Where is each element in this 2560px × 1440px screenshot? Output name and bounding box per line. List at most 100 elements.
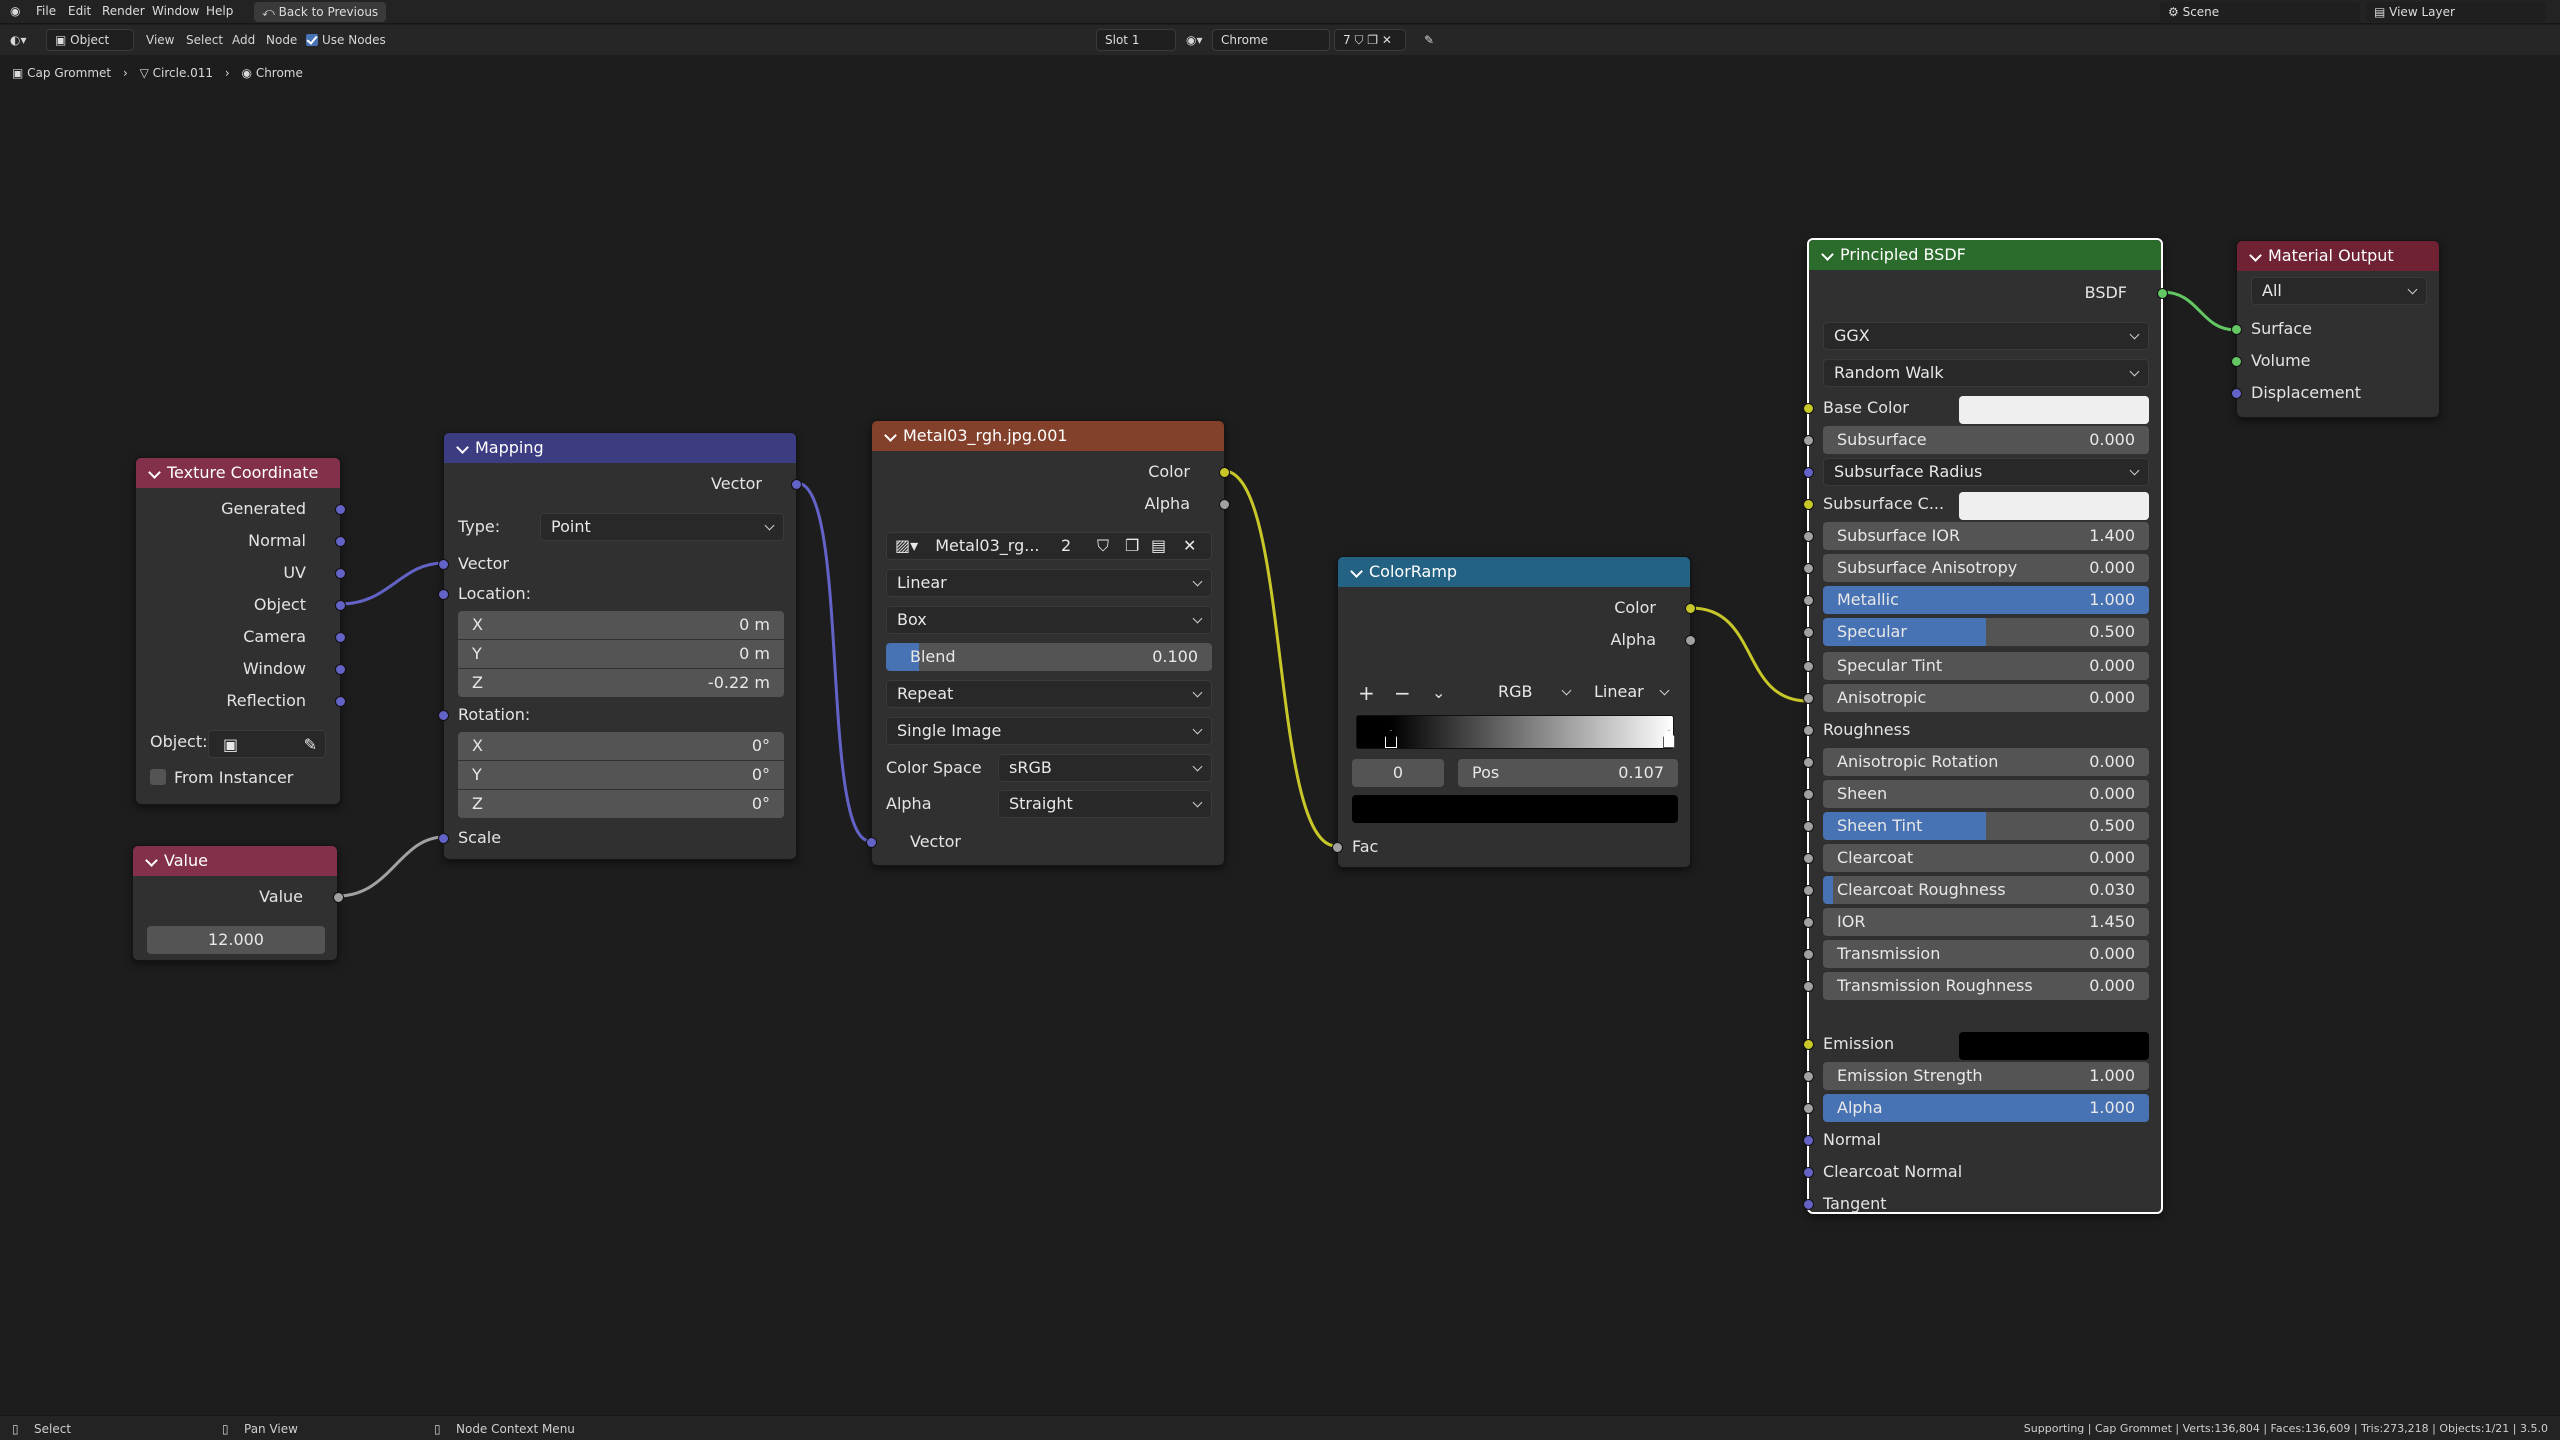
add-stop-icon[interactable]: + [1358, 679, 1375, 707]
color-ramp-gradient[interactable] [1356, 715, 1675, 749]
param-sheen-slider[interactable]: Sheen 0.000 [1823, 780, 2149, 808]
value-node[interactable]: Value Value 12.000 [132, 845, 344, 961]
socket-tangent[interactable] [1803, 1199, 1814, 1210]
node-header[interactable]: Value [133, 846, 337, 876]
socket-uv[interactable] [335, 568, 346, 579]
projection-dropdown[interactable]: Box [886, 606, 1212, 634]
rotation-z-field[interactable]: Z 0° [458, 790, 784, 818]
socket-rotation[interactable] [438, 710, 449, 721]
socket-alpha[interactable] [1219, 499, 1230, 510]
socket-emission[interactable] [1803, 1039, 1814, 1050]
socket-subsurface-anisotropy[interactable] [1803, 563, 1814, 574]
subsurface-method-dropdown[interactable]: Random Walk [1823, 359, 2149, 387]
socket-window[interactable] [335, 664, 346, 675]
socket-location[interactable] [438, 589, 449, 600]
collapse-icon[interactable] [145, 853, 158, 867]
target-dropdown[interactable]: All [2251, 277, 2427, 305]
collapse-icon[interactable] [2249, 248, 2262, 262]
color-stop-handle[interactable] [1663, 730, 1675, 748]
socket-sheen[interactable] [1803, 789, 1814, 800]
from-instancer-checkbox[interactable]: From Instancer [150, 764, 293, 792]
socket-value[interactable] [333, 892, 344, 903]
emission-color-swatch[interactable] [1959, 1032, 2149, 1060]
color-stop-handle[interactable] [1385, 730, 1397, 748]
param-transmission-roughness-slider[interactable]: Transmission Roughness 0.000 [1823, 972, 2149, 1000]
param-subsurface-slider[interactable]: Subsurface 0.000 [1823, 426, 2149, 454]
node-header[interactable]: Mapping [444, 433, 796, 463]
param-specular-tint-slider[interactable]: Specular Tint 0.000 [1823, 652, 2149, 680]
socket-specular[interactable] [1803, 627, 1814, 638]
type-dropdown[interactable]: Point [540, 513, 784, 541]
socket-vector-out[interactable] [791, 479, 802, 490]
socket-transmission[interactable] [1803, 949, 1814, 960]
socket-anisotropic-rotation[interactable] [1803, 757, 1814, 768]
object-picker[interactable]: ▣ ✎ [208, 730, 326, 758]
param-subsurface-ior-slider[interactable]: Subsurface IOR 1.400 [1823, 522, 2149, 550]
eyedropper-icon[interactable]: ✎ [304, 735, 317, 754]
socket-fac[interactable] [1332, 842, 1343, 853]
collapse-icon[interactable] [1821, 247, 1834, 261]
socket-subsurface-ior[interactable] [1803, 531, 1814, 542]
collapse-icon[interactable] [456, 440, 469, 454]
node-header[interactable]: Metal03_rgh.jpg.001 [872, 421, 1224, 451]
socket-ior[interactable] [1803, 917, 1814, 928]
location-x-field[interactable]: X0 m [458, 611, 784, 639]
source-dropdown[interactable]: Single Image [886, 717, 1212, 745]
remove-stop-icon[interactable]: − [1394, 679, 1411, 707]
param-specular-slider[interactable]: Specular 0.500 [1823, 618, 2149, 646]
param-transmission-slider[interactable]: Transmission 0.000 [1823, 940, 2149, 968]
node-header[interactable]: ColorRamp [1338, 557, 1690, 587]
stop-index-field[interactable]: 0 [1352, 759, 1444, 787]
socket-metallic[interactable] [1803, 595, 1814, 606]
value-field[interactable]: 12.000 [147, 926, 325, 954]
image-datablock[interactable]: ▨▾ Metal03_rg... 2 ⛉ ❐ ▤ ✕ [886, 532, 1212, 560]
socket-alpha[interactable] [1685, 635, 1696, 646]
ramp-interpolation-dropdown[interactable]: Linear [1584, 679, 1678, 707]
texture-coordinate-node[interactable]: Texture Coordinate Generated Normal UV O… [135, 457, 346, 805]
collapse-icon[interactable] [884, 428, 897, 442]
fake-user-shield-icon[interactable]: ⛉ [1097, 536, 1109, 556]
param-metallic-slider[interactable]: Metallic 1.000 [1823, 586, 2149, 614]
socket-clearcoat-normal[interactable] [1803, 1167, 1814, 1178]
socket-object[interactable] [335, 600, 346, 611]
socket-clearcoat[interactable] [1803, 853, 1814, 864]
node-header[interactable]: Texture Coordinate [136, 458, 340, 488]
color-space-dropdown[interactable]: sRGB [998, 754, 1212, 782]
socket-color[interactable] [1685, 603, 1696, 614]
blend-slider[interactable]: Blend 0.100 [886, 643, 1212, 671]
socket-alpha[interactable] [1803, 1103, 1814, 1114]
param-clearcoat-roughness-slider[interactable]: Clearcoat Roughness 0.030 [1823, 876, 2149, 904]
rotation-x-field[interactable]: X 0° [458, 732, 784, 760]
unlink-close-icon[interactable]: ✕ [1183, 536, 1196, 555]
mapping-node[interactable]: Mapping Vector Type: Point Vector Locati… [438, 432, 802, 860]
extension-dropdown[interactable]: Repeat [886, 680, 1212, 708]
param-subsurface-anisotropy-slider[interactable]: Subsurface Anisotropy 0.000 [1823, 554, 2149, 582]
rotation-y-field[interactable]: Y 0° [458, 761, 784, 789]
socket-volume[interactable] [2231, 356, 2242, 367]
alpha-mode-dropdown[interactable]: Straight [998, 790, 1212, 818]
socket-scale[interactable] [438, 833, 449, 844]
principled-bsdf-node[interactable]: Principled BSDF BSDF GGX Random Walk Bas… [1803, 238, 2168, 1214]
socket-normal[interactable] [1803, 1135, 1814, 1146]
color-ramp-node[interactable]: ColorRamp Color Alpha + − ⌄ RGB Linear 0… [1332, 556, 1696, 868]
base-color-swatch[interactable] [1959, 396, 2149, 424]
location-y-field[interactable]: Y0 m [458, 640, 784, 668]
socket-surface[interactable] [2231, 324, 2242, 335]
socket-specular-tint[interactable] [1803, 661, 1814, 672]
socket-anisotropic[interactable] [1803, 693, 1814, 704]
socket-clearcoat-roughness[interactable] [1803, 885, 1814, 896]
subsurface-radius-dropdown[interactable]: Subsurface Radius [1823, 458, 2149, 486]
socket-vector-in[interactable] [438, 559, 449, 570]
socket-transmission-roughness[interactable] [1803, 981, 1814, 992]
param-alpha-slider[interactable]: Alpha 1.000 [1823, 1094, 2149, 1122]
socket-reflection[interactable] [335, 696, 346, 707]
socket-sheen-tint[interactable] [1803, 821, 1814, 832]
image-texture-node[interactable]: Metal03_rgh.jpg.001 Color Alpha ▨▾ Metal… [866, 420, 1230, 866]
param-anisotropic-slider[interactable]: Anisotropic 0.000 [1823, 684, 2149, 712]
collapse-icon[interactable] [148, 465, 161, 479]
distribution-dropdown[interactable]: GGX [1823, 322, 2149, 350]
interpolation-dropdown[interactable]: Linear [886, 569, 1212, 597]
socket-roughness[interactable] [1803, 725, 1814, 736]
socket-color[interactable] [1219, 467, 1230, 478]
param-emission-strength-slider[interactable]: Emission Strength 1.000 [1823, 1062, 2149, 1090]
